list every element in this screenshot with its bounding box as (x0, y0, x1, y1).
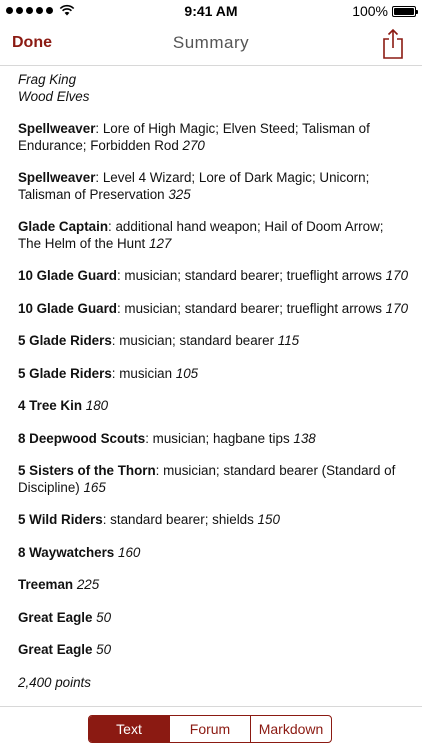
list-item: 10 Glade Guard: musician; standard beare… (18, 301, 408, 318)
unit-details: : musician; standard bearer; trueflight … (116, 300, 386, 316)
unit-points: 325 (168, 186, 191, 202)
unit-name: Glade Captain (18, 219, 109, 234)
unit-name: Spellweaver (18, 121, 96, 136)
unit-name: Spellweaver (18, 170, 96, 185)
unit-points: 160 (118, 544, 141, 560)
list-item: 8 Deepwood Scouts: musician; hagbane tip… (18, 431, 408, 448)
list-item: Great Eagle 50 (18, 610, 408, 627)
battery-icon (392, 5, 418, 17)
format-segmented-control: Text Forum Markdown (88, 715, 332, 743)
unit-name: 8 Deepwood Scouts (18, 430, 146, 446)
list-item: 5 Sisters of the Thorn: musician; standa… (18, 463, 408, 496)
unit-name: 10 Glade Guard (18, 268, 117, 283)
unit-points: 50 (96, 642, 112, 657)
nav-bar: Done Summary (0, 22, 422, 66)
unit-name: Great Eagle (18, 609, 93, 625)
unit-points: 170 (385, 268, 409, 283)
list-item: 5 Wild Riders: standard bearer; shields … (18, 512, 408, 529)
unit-name: 5 Glade Riders (18, 333, 112, 348)
unit-points: 127 (149, 235, 172, 251)
unit-name: Treeman (18, 577, 74, 592)
page-title: Summary (172, 33, 250, 52)
list-item: 4 Tree Kin 180 (18, 398, 408, 415)
list-name: Frag King (18, 72, 77, 87)
unit-name: 5 Glade Riders (18, 365, 112, 381)
unit-name: 5 Wild Riders (18, 512, 103, 527)
list-item: 10 Glade Guard: musician; standard beare… (18, 268, 408, 285)
list-item: Spellweaver: Lore of High Magic; Elven S… (18, 121, 408, 154)
list-item: 5 Glade Riders: musician; standard beare… (18, 333, 408, 350)
unit-list: Spellweaver: Lore of High Magic; Elven S… (18, 121, 408, 659)
share-icon[interactable] (380, 28, 406, 60)
list-item: 5 Glade Riders: musician 105 (18, 366, 408, 383)
total-points: 2,400 points (18, 674, 91, 690)
list-faction: Wood Elves (18, 88, 90, 104)
unit-name: 4 Tree Kin (18, 398, 83, 413)
unit-points: 115 (277, 333, 300, 348)
unit-points: 138 (293, 430, 316, 446)
unit-details: : musician; standard bearer; trueflight … (116, 268, 386, 283)
summary-content: Frag King Wood Elves Spellweaver: Lore o… (18, 72, 408, 691)
list-item: Great Eagle 50 (18, 642, 408, 659)
unit-points: 150 (257, 512, 280, 527)
list-item: Treeman 225 (18, 577, 408, 594)
list-item: Glade Captain: additional hand weapon; H… (18, 219, 408, 252)
battery-area: 100% (352, 3, 418, 19)
unit-points: 225 (76, 577, 100, 592)
unit-name: 10 Glade Guard (18, 300, 117, 316)
list-header: Frag King Wood Elves (18, 72, 408, 105)
list-item: Spellweaver: Level 4 Wizard; Lore of Dar… (18, 170, 408, 203)
unit-details: : musician; standard bearer (111, 333, 278, 348)
unit-details: : musician (111, 365, 176, 381)
unit-name: Great Eagle (18, 642, 93, 657)
unit-points: 50 (96, 609, 112, 625)
unit-details: : musician; hagbane tips (145, 430, 294, 446)
unit-details: : standard bearer; shields (102, 512, 258, 527)
tab-markdown[interactable]: Markdown (250, 716, 331, 742)
unit-points: 270 (182, 137, 205, 153)
status-bar: 9:41 AM 100% (0, 0, 422, 22)
battery-percent: 100% (352, 3, 388, 19)
tab-text[interactable]: Text (89, 716, 169, 742)
unit-name: 5 Sisters of the Thorn (18, 463, 156, 478)
tab-forum[interactable]: Forum (169, 716, 250, 742)
unit-points: 105 (175, 365, 199, 381)
unit-points: 165 (83, 479, 106, 495)
bottom-toolbar: Text Forum Markdown (0, 706, 422, 750)
unit-points: 170 (385, 300, 409, 316)
list-item: 8 Waywatchers 160 (18, 545, 408, 562)
unit-name: 8 Waywatchers (18, 544, 115, 560)
unit-points: 180 (85, 398, 109, 413)
